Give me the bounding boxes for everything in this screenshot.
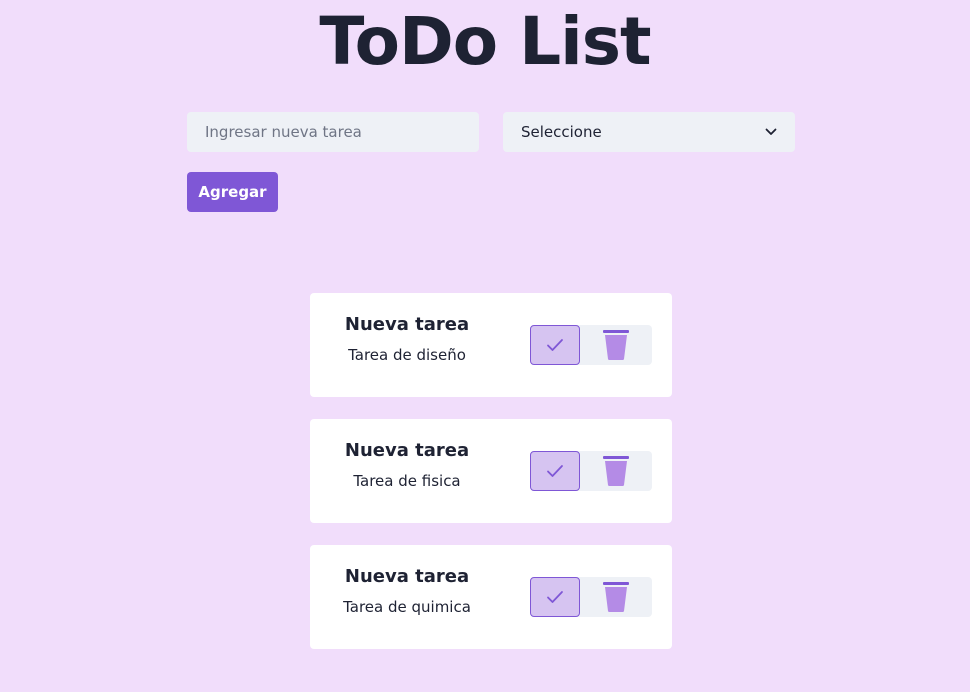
task-card: Nueva tarea Tarea de quimica	[310, 545, 672, 649]
trash-icon	[603, 330, 629, 360]
task-actions	[530, 325, 652, 365]
chevron-down-icon	[765, 126, 777, 138]
delete-button[interactable]	[594, 455, 638, 487]
task-actions	[530, 577, 652, 617]
task-description: Tarea de fisica	[353, 472, 461, 490]
task-input[interactable]	[187, 112, 479, 152]
task-title: Nueva tarea	[344, 566, 470, 587]
delete-button[interactable]	[594, 329, 638, 361]
trash-icon	[603, 582, 629, 612]
task-text: Nueva tarea Tarea de quimica	[332, 565, 482, 617]
check-icon	[547, 339, 563, 351]
complete-button[interactable]	[530, 577, 580, 617]
check-icon	[547, 591, 563, 603]
task-card: Nueva tarea Tarea de fisica	[310, 419, 672, 523]
trash-icon	[603, 456, 629, 486]
task-description: Tarea de diseño	[348, 346, 466, 364]
task-description: Tarea de quimica	[343, 598, 471, 616]
category-select-value: Seleccione	[521, 123, 602, 141]
task-card: Nueva tarea Tarea de diseño	[310, 293, 672, 397]
task-actions	[530, 451, 652, 491]
check-icon	[547, 465, 563, 477]
complete-button[interactable]	[530, 451, 580, 491]
add-button[interactable]: Agregar	[187, 172, 278, 212]
task-text: Nueva tarea Tarea de fisica	[332, 439, 482, 491]
page-title: ToDo List	[319, 3, 651, 80]
complete-button[interactable]	[530, 325, 580, 365]
delete-button[interactable]	[594, 581, 638, 613]
category-select[interactable]: Seleccione	[503, 112, 795, 152]
task-title: Nueva tarea	[344, 314, 470, 335]
task-text: Nueva tarea Tarea de diseño	[332, 313, 482, 365]
task-title: Nueva tarea	[344, 440, 470, 461]
